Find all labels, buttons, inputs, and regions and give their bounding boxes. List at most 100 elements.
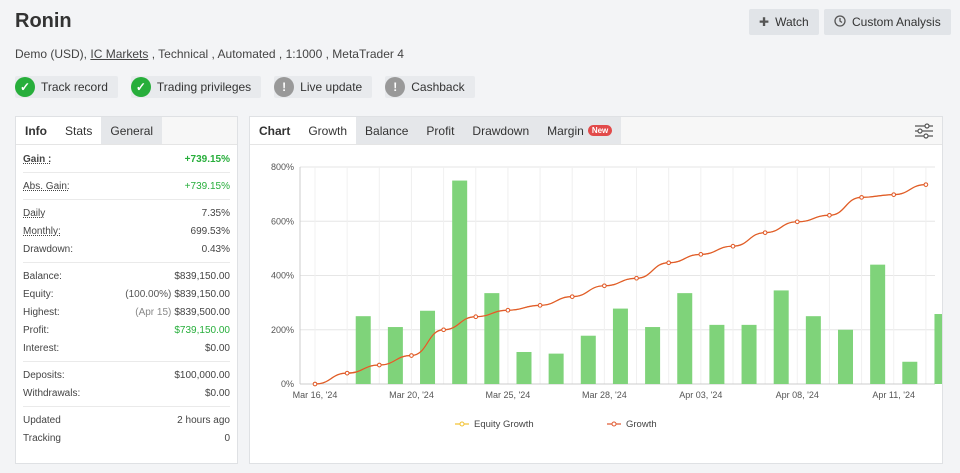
deposits-value: $100,000.00	[174, 369, 230, 381]
tab-growth[interactable]: Growth	[299, 117, 357, 144]
stat-profit: Profit: $739,150.00	[23, 321, 230, 339]
chart-bar	[645, 327, 661, 384]
check-icon: ✓	[130, 77, 151, 97]
growth-point	[859, 195, 864, 200]
account-subtitle: Demo (USD), IC Markets , Technical , Aut…	[15, 47, 404, 61]
badge-live-update[interactable]: ! Live update	[274, 76, 373, 98]
withdrawals-label: Withdrawals:	[23, 387, 81, 399]
badge-label: Live update	[300, 80, 363, 94]
x-tick-label: Apr 08, '24	[776, 390, 819, 400]
badge-track-record[interactable]: ✓ Track record	[15, 76, 118, 98]
chart-bar	[773, 290, 789, 384]
x-tick-label: Mar 28, '24	[582, 390, 627, 400]
chart-bar	[709, 324, 725, 384]
verification-badges: ✓ Track record ✓ Trading privileges ! Li…	[15, 76, 488, 98]
stat-monthly: Monthly: 699.53%	[23, 222, 230, 240]
stat-abs-gain: Abs. Gain: +739.15%	[23, 177, 230, 195]
tab-profit[interactable]: Profit	[417, 117, 464, 144]
badge-label: Track record	[41, 80, 108, 94]
custom-analysis-button[interactable]: Custom Analysis	[824, 9, 951, 35]
balance-value: $839,150.00	[174, 270, 230, 282]
badge-label: Trading privileges	[156, 80, 252, 94]
tab-balance[interactable]: Balance	[356, 117, 418, 144]
stat-drawdown: Drawdown: 0.43%	[23, 240, 230, 258]
stat-highest: Highest: (Apr 15) $839,500.00	[23, 303, 230, 321]
x-tick-label: Mar 20, '24	[389, 390, 434, 400]
updated-label: Updated	[23, 414, 61, 426]
x-tick-label: Apr 03, '24	[679, 390, 722, 400]
growth-point	[344, 370, 350, 376]
y-tick-label: 600%	[271, 216, 294, 226]
profit-label: Profit:	[23, 324, 50, 336]
check-icon: ✓	[15, 77, 35, 97]
stat-withdrawals: Withdrawals: $0.00	[23, 384, 230, 402]
tab-drawdown[interactable]: Drawdown	[463, 117, 539, 144]
daily-label[interactable]: Daily	[23, 208, 45, 219]
tab-margin[interactable]: Margin New	[538, 117, 622, 144]
highest-date: (Apr 15)	[135, 306, 172, 318]
stat-equity: Equity: (100.00%) $839,150.00	[23, 285, 230, 303]
y-tick-label: 200%	[271, 325, 294, 335]
drawdown-label: Drawdown:	[23, 243, 74, 255]
x-tick-label: Mar 16, '24	[293, 390, 338, 400]
growth-chart[interactable]: 0% 200% 400% 600% 800% Mar 16, '24 Mar 20, '24…	[250, 145, 942, 463]
stat-gain: Gain : +739.15%	[23, 150, 230, 168]
equity-value: $839,150.00	[174, 288, 230, 300]
growth-point	[794, 219, 800, 225]
balance-label: Balance:	[23, 270, 62, 282]
chart-bar	[484, 293, 500, 384]
legend-equity-growth-marker	[459, 421, 465, 427]
interest-label: Interest:	[23, 342, 60, 354]
chart-tabs: Chart Growth Balance Profit Drawdown Mar…	[250, 117, 942, 145]
growth-point	[698, 252, 704, 257]
custom-analysis-label: Custom Analysis	[852, 15, 941, 29]
exclamation-icon: !	[385, 77, 406, 97]
growth-point	[891, 192, 897, 197]
growth-point	[634, 275, 639, 281]
abs-gain-value: +739.15%	[184, 180, 230, 192]
new-badge: New	[587, 125, 613, 136]
growth-point	[602, 283, 607, 289]
tab-info[interactable]: Info	[16, 117, 56, 144]
stats-panel: Info Stats General Gain : +739.15% Abs. …	[15, 116, 238, 464]
watch-button[interactable]: ✚ Watch	[749, 9, 819, 35]
growth-point	[409, 353, 414, 358]
stat-tracking: Tracking 0	[23, 429, 230, 447]
chart-bar	[516, 351, 532, 384]
chart-bar	[580, 335, 596, 384]
subtitle-details: , Technical , Automated , 1:1000 , MetaT…	[151, 47, 404, 61]
y-tick-label: 0%	[281, 379, 294, 389]
stat-balance: Balance: $839,150.00	[23, 267, 230, 285]
legend-equity-growth-label: Equity Growth	[474, 419, 534, 430]
updated-value: 2 hours ago	[177, 414, 230, 426]
exclamation-icon: !	[274, 77, 295, 97]
chart-bar	[741, 324, 757, 384]
growth-point	[377, 362, 382, 368]
gain-label[interactable]: Gain :	[23, 154, 51, 165]
chart-bar	[420, 310, 436, 384]
tab-stats[interactable]: Stats	[56, 117, 102, 144]
equity-label: Equity:	[23, 288, 54, 300]
badge-cashback[interactable]: ! Cashback	[385, 76, 475, 98]
abs-gain-label[interactable]: Abs. Gain:	[23, 181, 70, 192]
tab-general[interactable]: General	[101, 117, 163, 144]
monthly-label[interactable]: Monthly:	[23, 226, 61, 237]
watch-label: Watch	[775, 15, 809, 29]
clock-icon	[834, 14, 846, 30]
subtitle-account-type: Demo (USD),	[15, 47, 88, 61]
badge-trading-privileges[interactable]: ✓ Trading privileges	[130, 76, 262, 98]
growth-point	[537, 303, 543, 308]
stat-deposits: Deposits: $100,000.00	[23, 366, 230, 384]
tab-chart[interactable]: Chart	[250, 117, 300, 144]
chart-settings-icon[interactable]	[914, 123, 934, 139]
withdrawals-value: $0.00	[204, 387, 230, 399]
profit-value: $739,150.00	[174, 324, 230, 336]
x-tick-label: Apr 11, '24	[872, 390, 915, 400]
stats-list: Gain : +739.15% Abs. Gain: +739.15% Dail…	[16, 145, 237, 447]
growth-point	[923, 182, 929, 187]
broker-link[interactable]: IC Markets	[90, 47, 148, 61]
chart-bar	[805, 316, 821, 384]
growth-point	[666, 260, 671, 266]
growth-point	[312, 381, 318, 387]
monthly-value: 699.53%	[190, 225, 230, 237]
